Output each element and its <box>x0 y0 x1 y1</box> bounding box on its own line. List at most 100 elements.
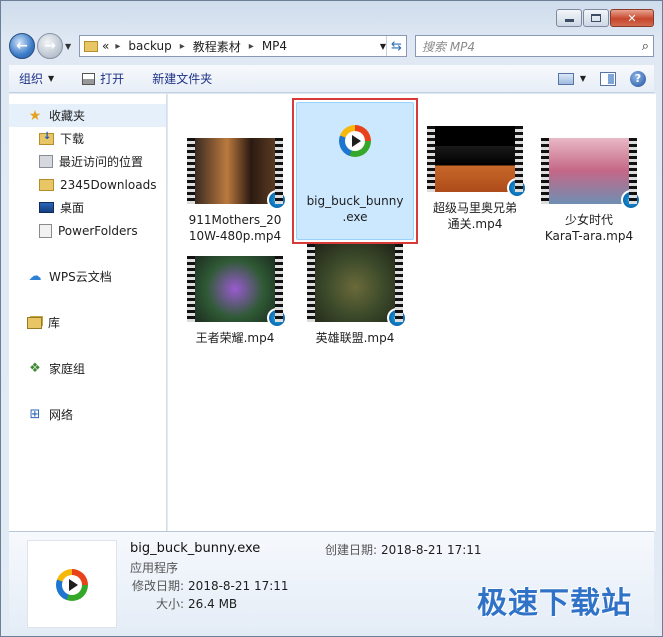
created-label: 创建日期: <box>325 543 378 557</box>
file-item[interactable]: 超级马里奥兄弟 通关.mp4 <box>416 126 534 232</box>
media-player-app-icon <box>339 125 371 157</box>
file-item[interactable]: 911Mothers_20 10W-480p.mp4 <box>176 138 294 244</box>
new-folder-label: 新建文件夹 <box>152 72 213 86</box>
recent-pages-dropdown[interactable]: ▼ <box>65 42 75 51</box>
video-thumbnail <box>187 256 287 328</box>
nav-recent-label: 最近访问的位置 <box>59 155 144 169</box>
details-thumbnail <box>27 540 117 628</box>
open-button[interactable]: 打开 <box>82 70 124 87</box>
downloads-folder-icon <box>39 131 54 145</box>
command-bar: 组织 ▼ 打开 新建文件夹 ▼ ? <box>9 65 654 93</box>
nav-downloads[interactable]: 下载 <box>9 127 166 150</box>
nav-homegroup[interactable]: ❖ 家庭组 <box>9 357 166 380</box>
file-item[interactable]: 王者荣耀.mp4 <box>176 256 294 346</box>
nav-libraries-label: 库 <box>48 316 61 330</box>
change-view-button[interactable]: ▼ <box>557 72 586 85</box>
open-label: 打开 <box>100 72 125 86</box>
cloud-icon: ☁ <box>28 269 42 284</box>
media-player-icon <box>387 308 407 328</box>
search-icon[interactable]: ⌕ <box>642 39 649 54</box>
file-name-line: 超级马里奥兄弟 <box>432 201 517 215</box>
folder-icon <box>39 178 54 191</box>
nav-powerfolders[interactable]: PowerFolders <box>9 219 166 242</box>
file-list: 911Mothers_20 10W-480p.mp4 big_buck_bunn… <box>168 94 656 531</box>
file-name-line: 英雄联盟.mp4 <box>315 331 395 345</box>
organize-label: 组织 <box>19 72 44 86</box>
refresh-button[interactable]: ⇆ <box>386 36 406 56</box>
nav-2345downloads[interactable]: 2345Downloads <box>9 173 166 196</box>
file-item[interactable]: 少女时代 KaraT-ara.mp4 <box>530 138 648 244</box>
minimize-button[interactable] <box>556 9 582 27</box>
crumb-backup[interactable]: backup <box>128 39 171 53</box>
explorer-window: ✕ ← → ▼ « ▸ backup ▸ 教程素材 ▸ MP4 ▼ ⇆ 搜索 M… <box>0 0 663 637</box>
play-icon <box>352 135 361 147</box>
file-name: 少女时代 KaraT-ara.mp4 <box>530 212 648 244</box>
recent-places-icon <box>39 155 53 168</box>
details-created: 创建日期: 2018-8-21 17:11 <box>325 541 482 558</box>
navigation-pane: ★ 收藏夹 下载 最近访问的位置 2345Downloads 桌面 PowerF… <box>9 94 167 531</box>
size-label: 大小: <box>156 597 185 611</box>
view-controls: ▼ ? <box>557 70 646 87</box>
media-player-icon <box>507 178 527 198</box>
nav-libraries[interactable]: 库 <box>9 311 166 334</box>
nav-2345downloads-label: 2345Downloads <box>60 177 157 192</box>
maximize-button[interactable] <box>583 9 609 27</box>
caption-buttons: ✕ <box>556 9 654 27</box>
nav-recent-places[interactable]: 最近访问的位置 <box>9 150 166 173</box>
open-with-icon <box>82 72 96 85</box>
close-icon: ✕ <box>627 11 637 25</box>
nav-desktop[interactable]: 桌面 <box>9 196 166 219</box>
video-thumbnail <box>187 138 287 210</box>
close-button[interactable]: ✕ <box>610 9 654 27</box>
address-separator[interactable]: ▸ <box>115 41 120 52</box>
minimize-icon <box>564 19 574 22</box>
back-arrow-icon: ← <box>16 38 28 54</box>
media-player-icon <box>267 190 287 210</box>
preview-pane-icon[interactable] <box>600 71 616 86</box>
nav-favorites-label: 收藏夹 <box>49 109 86 123</box>
back-button[interactable]: ← <box>9 33 35 59</box>
file-name-line: big_buck_bunny <box>306 194 404 208</box>
nav-network-label: 网络 <box>49 408 74 422</box>
file-name-line: 通关.mp4 <box>447 217 503 231</box>
file-item-selected[interactable]: big_buck_bunny .exe <box>296 102 414 240</box>
nav-homegroup-label: 家庭组 <box>49 362 86 376</box>
modified-value: 2018-8-21 17:11 <box>188 579 289 593</box>
nav-desktop-label: 桌面 <box>60 201 85 215</box>
desktop-icon <box>39 202 54 213</box>
address-bar[interactable]: « ▸ backup ▸ 教程素材 ▸ MP4 ▼ ⇆ <box>79 35 407 57</box>
organize-button[interactable]: 组织 ▼ <box>19 70 54 87</box>
file-name: 超级马里奥兄弟 通关.mp4 <box>416 200 534 232</box>
address-separator[interactable]: ▸ <box>180 41 185 52</box>
file-item[interactable]: 英雄联盟.mp4 <box>296 244 414 346</box>
file-name-line: 911Mothers_20 <box>188 213 282 227</box>
forward-arrow-icon: → <box>44 38 56 54</box>
chevron-down-icon: ▼ <box>48 74 55 83</box>
help-icon[interactable]: ? <box>630 70 646 87</box>
crumb-tutorial-material[interactable]: 教程素材 <box>193 38 241 55</box>
file-name: 英雄联盟.mp4 <box>296 330 414 346</box>
file-name: big_buck_bunny .exe <box>297 193 413 225</box>
nav-powerfolders-label: PowerFolders <box>58 223 138 238</box>
play-icon <box>69 579 78 591</box>
file-name-line: 王者荣耀.mp4 <box>195 331 275 345</box>
nav-network[interactable]: ⊞ 网络 <box>9 403 166 426</box>
nav-wps-cloud[interactable]: ☁ WPS云文档 <box>9 265 166 288</box>
address-separator[interactable]: ▸ <box>249 41 254 52</box>
network-icon: ⊞ <box>29 407 41 422</box>
search-input[interactable]: 搜索 MP4 ⌕ <box>415 35 654 57</box>
file-name: 王者荣耀.mp4 <box>176 330 294 346</box>
nav-favorites[interactable]: ★ 收藏夹 <box>9 104 166 127</box>
file-name: 911Mothers_20 10W-480p.mp4 <box>176 212 294 244</box>
forward-button[interactable]: → <box>37 33 63 59</box>
crumb-mp4[interactable]: MP4 <box>262 39 287 53</box>
file-name-line: KaraT-ara.mp4 <box>544 229 634 243</box>
file-name-line: 10W-480p.mp4 <box>188 229 282 243</box>
powerfolders-icon <box>39 223 52 238</box>
new-folder-button[interactable]: 新建文件夹 <box>152 70 212 87</box>
address-prefix[interactable]: « <box>102 39 109 53</box>
